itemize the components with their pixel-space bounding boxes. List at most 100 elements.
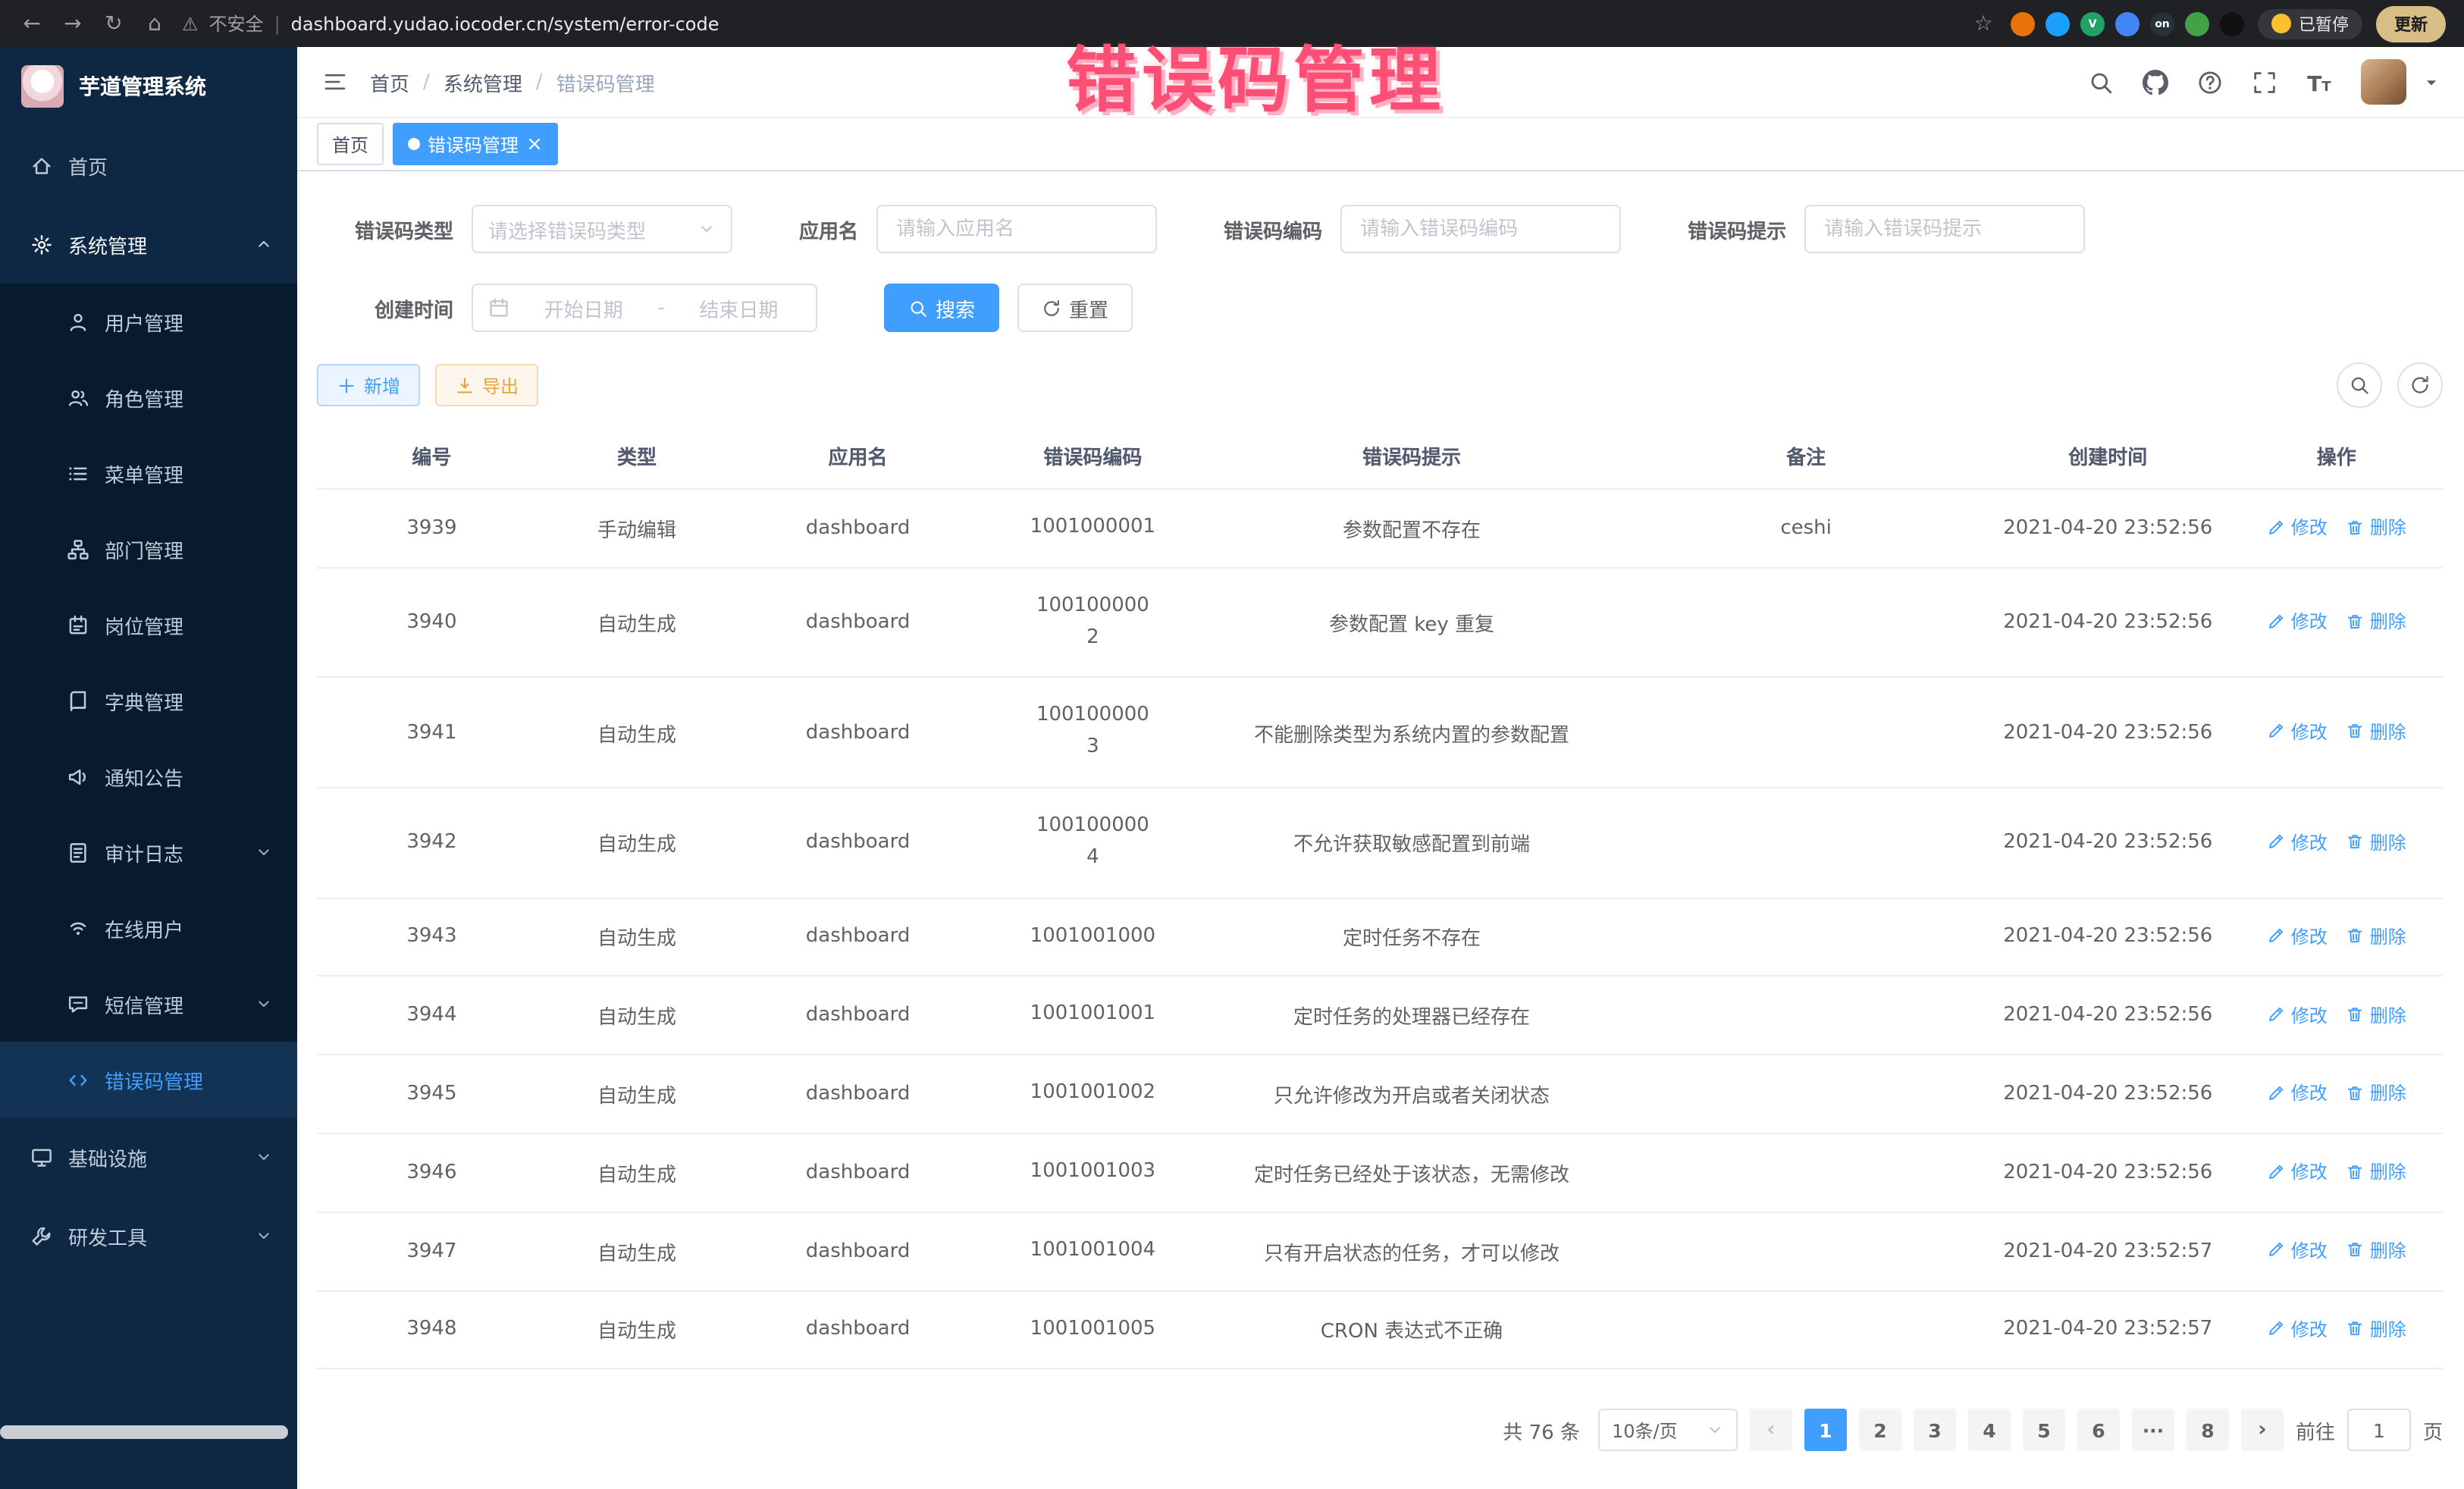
edit-link[interactable]: 修改 xyxy=(2267,719,2328,744)
sidebar-menu: 首页系统管理用户管理角色管理菜单管理部门管理岗位管理字典管理通知公告审计日志在线… xyxy=(0,126,297,1489)
delete-link[interactable]: 删除 xyxy=(2346,1158,2406,1184)
extension-icon-record[interactable] xyxy=(2011,11,2035,36)
export-button[interactable]: 导出 xyxy=(435,364,538,406)
delete-link[interactable]: 删除 xyxy=(2346,609,2406,635)
table-row: 3940自动生成dashboard100100000 2参数配置 key 重复2… xyxy=(317,568,2443,678)
extension-icon-puzzle[interactable] xyxy=(2220,11,2244,36)
page-button-2[interactable]: 2 xyxy=(1859,1409,1901,1452)
tab-error-code[interactable]: 错误码管理 × xyxy=(393,123,558,165)
fontsize-icon[interactable]: TT xyxy=(2306,69,2332,95)
user-avatar[interactable] xyxy=(2361,59,2406,105)
edit-link[interactable]: 修改 xyxy=(2267,1158,2328,1184)
reset-button[interactable]: 重置 xyxy=(1017,284,1133,332)
cell-error-code: 1001001005 xyxy=(989,1290,1197,1369)
sidebar-item-dict[interactable]: 字典管理 xyxy=(0,663,297,738)
add-button[interactable]: 新增 xyxy=(317,364,420,406)
edit-link[interactable]: 修改 xyxy=(2267,1315,2328,1341)
browser-home-icon[interactable]: ⌂ xyxy=(141,11,168,36)
close-icon[interactable]: × xyxy=(526,134,543,154)
delete-link[interactable]: 删除 xyxy=(2346,514,2406,540)
pager-ellipsis[interactable]: ··· xyxy=(2132,1409,2174,1452)
edit-link[interactable]: 修改 xyxy=(2267,1080,2328,1106)
edit-link[interactable]: 修改 xyxy=(2267,609,2328,635)
fullscreen-icon[interactable] xyxy=(2252,69,2277,95)
sidebar-item-infra[interactable]: 基础设施 xyxy=(0,1118,297,1196)
sidebar-item-menu[interactable]: 菜单管理 xyxy=(0,435,297,511)
browser-refresh-icon[interactable]: ↻ xyxy=(100,11,127,36)
delete-link[interactable]: 删除 xyxy=(2346,829,2406,854)
app-name-input[interactable] xyxy=(876,205,1157,253)
breadcrumb-system[interactable]: 系统管理 xyxy=(444,67,522,96)
sidebar-item-home[interactable]: 首页 xyxy=(0,126,297,205)
sidebar-item-online-user[interactable]: 在线用户 xyxy=(0,890,297,966)
error-type-select[interactable]: 请选择错误码类型 xyxy=(472,205,732,253)
date-range-picker[interactable]: 开始日期 - 结束日期 xyxy=(472,284,817,332)
github-icon[interactable] xyxy=(2143,69,2168,95)
page-button-3[interactable]: 3 xyxy=(1914,1409,1956,1452)
page-button-1[interactable]: 1 xyxy=(1804,1409,1847,1452)
extension-icon-grid[interactable] xyxy=(2115,11,2140,36)
refresh-icon xyxy=(1042,298,1061,318)
browser-update-button[interactable]: 更新 xyxy=(2376,5,2446,42)
help-icon[interactable] xyxy=(2197,69,2223,95)
search-button[interactable]: 搜索 xyxy=(884,284,999,332)
chevron-down-icon xyxy=(255,1148,273,1166)
refresh-table-button[interactable] xyxy=(2397,362,2443,408)
browser-back-icon[interactable]: ← xyxy=(18,11,45,36)
edit-link[interactable]: 修改 xyxy=(2267,829,2328,854)
sidebar-item-role[interactable]: 角色管理 xyxy=(0,359,297,435)
search-icon[interactable] xyxy=(2088,69,2114,95)
paused-badge[interactable]: 已暂停 xyxy=(2258,8,2362,39)
error-code-input[interactable] xyxy=(1340,205,1621,253)
prev-page-button[interactable]: ‹ xyxy=(1750,1409,1792,1452)
address-separator: | xyxy=(274,13,281,34)
delete-link[interactable]: 删除 xyxy=(2346,923,2406,948)
extension-icon-drop[interactable] xyxy=(2045,11,2070,36)
sidebar-item-post[interactable]: 岗位管理 xyxy=(0,587,297,663)
breadcrumb-home[interactable]: 首页 xyxy=(370,67,409,96)
page-button-8[interactable]: 8 xyxy=(2187,1409,2229,1452)
delete-link-label: 删除 xyxy=(2370,719,2406,744)
app-root: ← → ↻ ⌂ ⚠ 不安全 | dashboard.yudao.iocoder.… xyxy=(0,0,2464,1489)
sidebar-item-system[interactable]: 系统管理 xyxy=(0,205,297,284)
sidebar-item-devtool[interactable]: 研发工具 xyxy=(0,1196,297,1275)
delete-link[interactable]: 删除 xyxy=(2346,1080,2406,1106)
caret-down-icon[interactable] xyxy=(2423,74,2440,90)
sidebar-item-audit-log[interactable]: 审计日志 xyxy=(0,814,297,890)
tab-home[interactable]: 首页 xyxy=(317,123,384,165)
cell-create-time: 2021-04-20 23:52:56 xyxy=(1986,1055,2230,1133)
sidebar-item-sms[interactable]: 短信管理 xyxy=(0,966,297,1042)
extension-icon-on[interactable]: on xyxy=(2150,11,2174,36)
edit-link-label: 修改 xyxy=(2291,1002,2328,1027)
next-page-button[interactable]: › xyxy=(2241,1409,2284,1452)
toggle-search-button[interactable] xyxy=(2337,362,2382,408)
sidebar-item-error-code[interactable]: 错误码管理 xyxy=(0,1042,297,1118)
delete-link[interactable]: 删除 xyxy=(2346,1237,2406,1263)
delete-link[interactable]: 删除 xyxy=(2346,719,2406,744)
address-bar[interactable]: ⚠ 不安全 | dashboard.yudao.iocoder.cn/syste… xyxy=(182,11,1956,36)
page-button-4[interactable]: 4 xyxy=(1968,1409,2011,1452)
edit-link[interactable]: 修改 xyxy=(2267,1002,2328,1027)
goto-page-input[interactable] xyxy=(2347,1409,2411,1452)
bookmark-star-icon[interactable]: ☆ xyxy=(1970,11,1997,36)
page-size-select[interactable]: 10条/页 xyxy=(1598,1409,1738,1452)
extension-icon-leaf[interactable] xyxy=(2185,11,2209,36)
extension-icon-v[interactable]: V xyxy=(2080,11,2105,36)
sidebar-item-notice[interactable]: 通知公告 xyxy=(0,738,297,814)
notice-icon xyxy=(67,765,89,788)
cell-actions: 修改删除 xyxy=(2230,1133,2444,1212)
delete-link[interactable]: 删除 xyxy=(2346,1002,2406,1027)
hamburger-icon[interactable] xyxy=(321,70,349,94)
sidebar-item-user[interactable]: 用户管理 xyxy=(0,284,297,359)
logo-row[interactable]: 芋道管理系统 xyxy=(0,47,297,126)
edit-link[interactable]: 修改 xyxy=(2267,923,2328,948)
edit-link[interactable]: 修改 xyxy=(2267,514,2328,540)
sidebar-item-dept[interactable]: 部门管理 xyxy=(0,511,297,587)
breadcrumb: 首页 / 系统管理 / 错误码管理 xyxy=(370,67,655,96)
edit-link[interactable]: 修改 xyxy=(2267,1237,2328,1263)
page-button-6[interactable]: 6 xyxy=(2077,1409,2120,1452)
browser-forward-icon[interactable]: → xyxy=(59,11,86,36)
page-button-5[interactable]: 5 xyxy=(2023,1409,2065,1452)
delete-link[interactable]: 删除 xyxy=(2346,1315,2406,1341)
error-message-input[interactable] xyxy=(1804,205,2085,253)
